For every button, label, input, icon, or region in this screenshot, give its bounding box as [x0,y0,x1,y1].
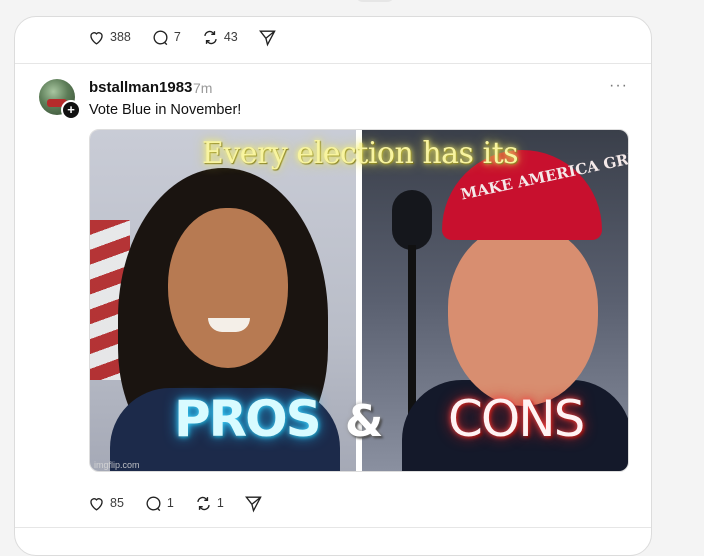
timestamp: 7m [193,80,213,96]
ampersand-text: & [345,396,384,447]
watermark: imgflip.com [94,460,140,470]
like-count: 85 [110,496,124,510]
like-button[interactable]: 388 [87,28,131,47]
comment-icon [146,496,161,511]
cons-text: CONS [448,390,585,448]
repost-icon [197,496,210,510]
share-button[interactable] [244,494,263,513]
comment-icon [153,30,168,45]
reply-count: 7 [173,30,181,44]
repost-count: 1 [216,496,224,510]
reply-button[interactable]: 7 [151,28,181,47]
plus-icon[interactable]: + [61,100,81,120]
divider [15,63,651,64]
share-icon [258,29,276,46]
like-count: 388 [110,30,131,44]
share-button[interactable] [258,28,277,47]
scroll-hint [355,0,395,2]
reply-button[interactable]: 1 [144,494,174,513]
pros-text: PROS [174,390,322,448]
heart-icon [90,31,103,45]
divider [15,527,651,528]
like-button[interactable]: 85 [87,494,124,513]
heart-icon [90,497,103,511]
post-text: Vote Blue in November! [89,102,242,118]
repost-icon [204,30,217,44]
repost-button[interactable]: 43 [201,28,238,47]
previous-post-actions: 388 7 43 [87,23,297,51]
username[interactable]: bstallman1983 [89,79,192,96]
post-actions: 85 1 1 [87,489,283,517]
post-image[interactable]: MAKE AMERICA GREAT AGAIN Every election … [89,129,629,472]
feed-card: 388 7 43 + bstallman1983 7m ··· Vote Blu… [14,16,652,556]
more-icon[interactable]: ··· [609,77,628,95]
reply-count: 1 [166,496,174,510]
image-title-text: Every election has its [201,136,519,171]
share-icon [244,495,262,512]
repost-button[interactable]: 1 [194,494,224,513]
repost-count: 43 [223,30,238,44]
